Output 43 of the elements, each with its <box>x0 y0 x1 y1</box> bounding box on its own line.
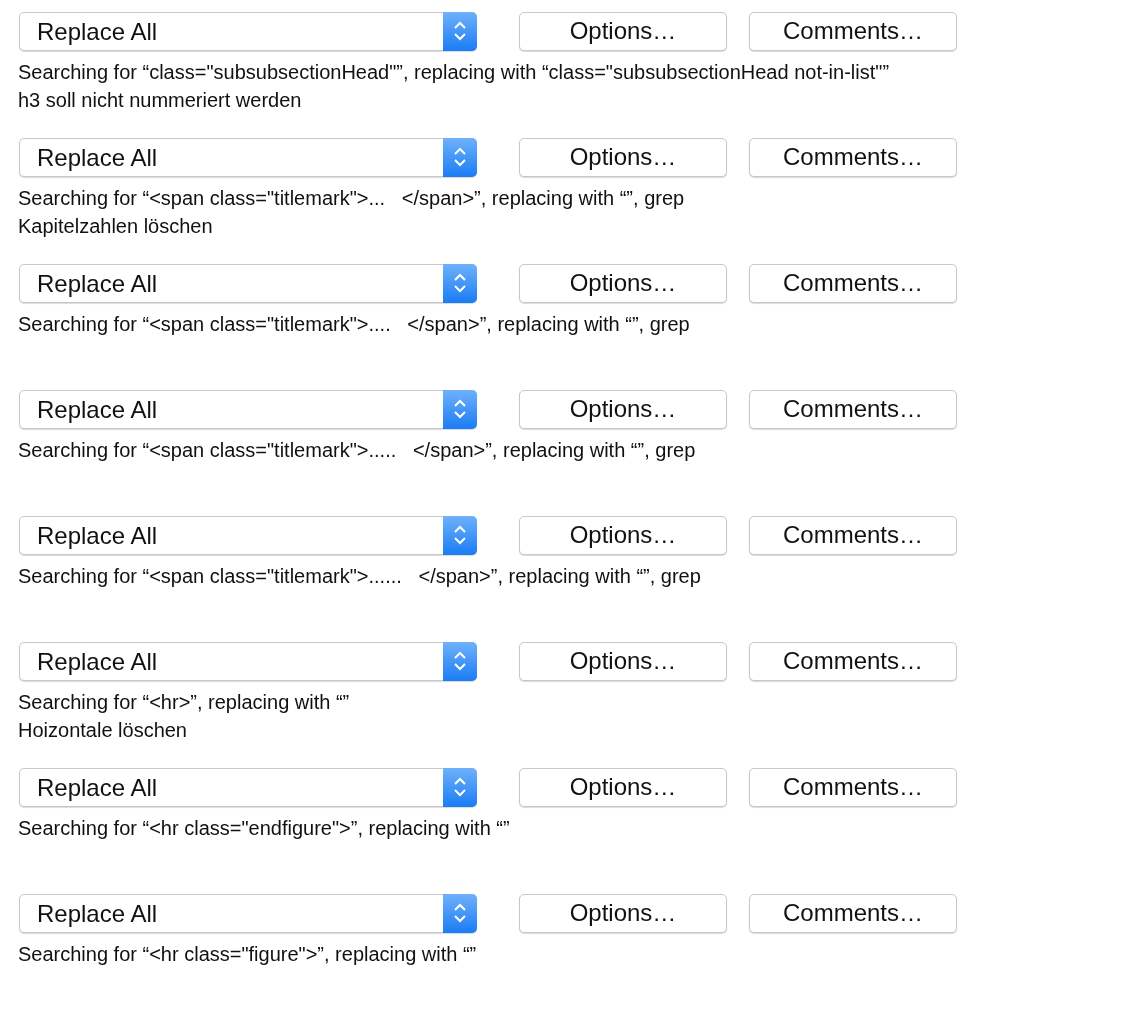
comments-button[interactable]: Comments… <box>749 767 957 807</box>
comments-button[interactable]: Comments… <box>749 11 957 51</box>
options-button[interactable]: Options… <box>519 263 727 303</box>
up-down-arrows-icon <box>453 272 467 294</box>
action-dropdown[interactable]: Replace All <box>19 263 477 303</box>
comments-button[interactable]: Comments… <box>749 389 957 429</box>
up-down-arrows-icon <box>453 776 467 798</box>
search-replace-summary: Searching for “<hr>”, replacing with “” <box>18 690 350 715</box>
comments-button[interactable]: Comments… <box>749 641 957 681</box>
comments-button[interactable]: Comments… <box>749 893 957 933</box>
rule-comment: Kapitelzahlen löschen <box>18 214 213 239</box>
options-button[interactable]: Options… <box>519 137 727 177</box>
search-replace-summary: Searching for “<hr class="endfigure">”, replacing with “” <box>18 816 510 841</box>
comments-button[interactable]: Comments… <box>749 137 957 177</box>
action-dropdown[interactable]: Replace All <box>19 389 477 429</box>
up-down-arrows-icon <box>453 902 467 924</box>
options-button[interactable]: Options… <box>519 767 727 807</box>
action-dropdown[interactable]: Replace All <box>19 641 477 681</box>
action-dropdown[interactable]: Replace All <box>19 11 477 51</box>
search-replace-summary: Searching for “<span class="titlemark">..... </span>”, replacing with “”, grep <box>18 438 696 463</box>
options-button[interactable]: Options… <box>519 11 727 51</box>
options-button[interactable]: Options… <box>519 641 727 681</box>
search-replace-summary: Searching for “<hr class="figure">”, replacing with “” <box>18 942 477 967</box>
action-dropdown[interactable]: Replace All <box>19 137 477 177</box>
search-replace-summary: Searching for “<span class="titlemark">...... </span>”, replacing with “”, grep <box>18 564 701 589</box>
action-dropdown[interactable]: Replace All <box>19 515 477 555</box>
action-dropdown[interactable]: Replace All <box>19 893 477 933</box>
search-replace-summary: Searching for “<span class="titlemark">.... </span>”, replacing with “”, grep <box>18 312 690 337</box>
rule-comment: Hoizontale löschen <box>18 718 187 743</box>
up-down-arrows-icon <box>453 20 467 42</box>
up-down-arrows-icon <box>453 650 467 672</box>
comments-button[interactable]: Comments… <box>749 263 957 303</box>
search-replace-summary: Searching for “<span class="titlemark">... </span>”, replacing with “”, grep <box>18 186 685 211</box>
up-down-arrows-icon <box>453 524 467 546</box>
action-dropdown[interactable]: Replace All <box>19 767 477 807</box>
options-button[interactable]: Options… <box>519 515 727 555</box>
up-down-arrows-icon <box>453 398 467 420</box>
comments-button[interactable]: Comments… <box>749 515 957 555</box>
rule-comment: h3 soll nicht nummeriert werden <box>18 88 302 113</box>
search-replace-summary: Searching for “class="subsubsectionHead"”, replacing with “class="subsubsectionHead not-in-list"” <box>18 60 890 85</box>
up-down-arrows-icon <box>453 146 467 168</box>
options-button[interactable]: Options… <box>519 893 727 933</box>
options-button[interactable]: Options… <box>519 389 727 429</box>
